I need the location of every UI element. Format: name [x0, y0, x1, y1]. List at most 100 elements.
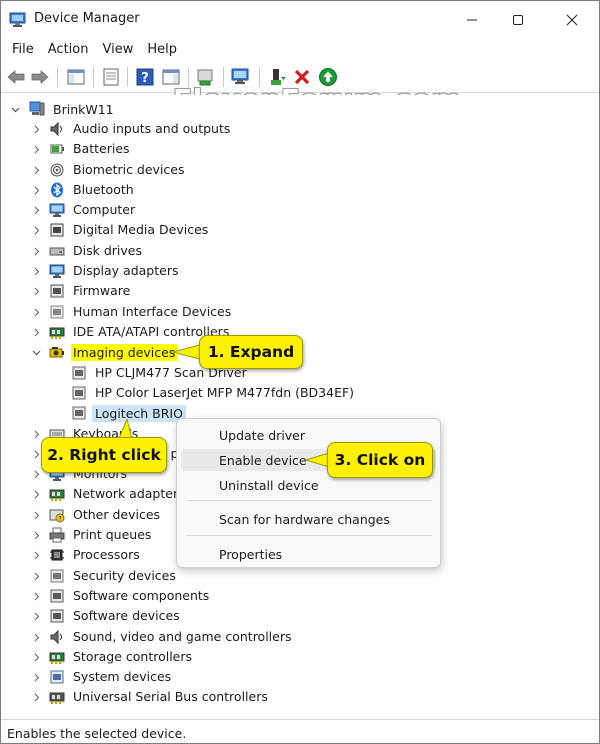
chevron-right-icon[interactable] [31, 144, 41, 154]
tree-category-row-label: Storage controllers [73, 649, 193, 664]
callout-right-click: 2. Right click [41, 437, 167, 473]
tree-category-row[interactable]: Software components [1, 586, 599, 606]
chevron-right-icon[interactable] [31, 124, 41, 134]
maximize-icon [513, 15, 523, 25]
chevron-right-icon[interactable] [31, 307, 41, 317]
back-button[interactable] [5, 66, 27, 88]
chevron-right-icon[interactable] [31, 571, 41, 581]
chevron-right-icon[interactable] [31, 225, 41, 235]
device-manager-app-icon [9, 12, 26, 27]
sound-icon [50, 629, 62, 645]
tree-category-row[interactable]: Universal Serial Bus controllers [1, 687, 599, 707]
chevron-down-icon[interactable] [31, 347, 41, 357]
status-bar: Enables the selected device. [1, 719, 599, 744]
chevron-right-icon[interactable] [31, 469, 41, 479]
menu-file[interactable]: File [5, 39, 41, 61]
chevron-right-icon[interactable] [31, 692, 41, 702]
menu-view[interactable]: View [95, 39, 140, 61]
chevron-down-icon[interactable] [10, 104, 20, 114]
minimize-button[interactable] [449, 1, 495, 39]
tree-category-row[interactable]: Sound, video and game controllers [1, 627, 599, 647]
context-menu: Update driver Enable device Uninstall de… [176, 418, 441, 568]
close-icon [566, 14, 578, 26]
software-device-icon [50, 609, 64, 623]
ctx-properties[interactable]: Properties [181, 543, 436, 565]
chevron-right-icon[interactable] [31, 672, 41, 682]
chevron-right-icon[interactable] [31, 185, 41, 195]
tree-category-row[interactable]: Biometric devices [1, 160, 599, 180]
tree-device-row[interactable]: HP Color LaserJet MFP M477fdn (BD34EF) [1, 383, 599, 403]
help-toolbar-button[interactable]: ? [134, 66, 156, 88]
tree-category-row-label: Biometric devices [73, 162, 185, 177]
tree-category-row[interactable]: Security devices [1, 566, 599, 586]
forward-button[interactable] [29, 66, 51, 88]
chevron-right-icon[interactable] [31, 591, 41, 601]
tree-category-row-label: Disk drives [73, 243, 142, 258]
chevron-right-icon[interactable] [31, 489, 41, 499]
tree-device-row-label: HP Color LaserJet MFP M477fdn (BD34EF) [95, 385, 355, 400]
menu-help[interactable]: Help [140, 39, 184, 61]
speaker-icon [50, 121, 62, 137]
chevron-right-icon[interactable] [31, 611, 41, 621]
callout-expand: 1. Expand [199, 335, 303, 369]
tree-category-row[interactable]: Human Interface Devices [1, 302, 599, 322]
tree-category-row[interactable]: Audio inputs and outputs [1, 119, 599, 139]
maximize-button[interactable] [495, 1, 541, 39]
hid-icon [50, 305, 64, 319]
toolbar-separator [57, 67, 58, 87]
tree-category-row[interactable]: Software devices [1, 606, 599, 626]
tree-category-row-label: Network adapters [73, 486, 185, 501]
tree-category-row[interactable]: Storage controllers [1, 647, 599, 667]
tree-category-row[interactable]: Disk drives [1, 241, 599, 261]
tree-root-row[interactable]: BrinkW11 [1, 99, 599, 119]
properties-toolbar-button[interactable] [100, 66, 122, 88]
tree-root-label: BrinkW11 [53, 102, 114, 117]
chevron-right-icon[interactable] [31, 550, 41, 560]
help-icon: ? [136, 68, 154, 86]
title-bar[interactable]: Device Manager [1, 1, 599, 39]
device-tree[interactable]: BrinkW11 Audio inputs and outputs Batteri… [1, 95, 599, 715]
chevron-right-icon[interactable] [31, 530, 41, 540]
menu-bar: File Action View Help [1, 39, 599, 61]
tree-category-row[interactable]: Digital Media Devices [1, 220, 599, 240]
chevron-right-icon[interactable] [31, 429, 41, 439]
tree-device-row-label: Logitech BRIO [92, 405, 186, 422]
show-hide-console-tree-button[interactable] [65, 66, 87, 88]
chevron-right-icon[interactable] [31, 652, 41, 662]
close-button[interactable] [549, 1, 595, 39]
chevron-right-icon[interactable] [31, 205, 41, 215]
svg-text:?: ? [141, 71, 149, 86]
tree-category-row-label: Print queues [73, 527, 152, 542]
chevron-right-icon[interactable] [31, 286, 41, 296]
console-tree-icon [67, 69, 85, 85]
security-device-icon [50, 569, 64, 583]
chevron-right-icon[interactable] [31, 632, 41, 642]
tree-category-row[interactable]: System devices [1, 667, 599, 687]
chevron-right-icon[interactable] [31, 165, 41, 175]
tree-category-row-label: Audio inputs and outputs [73, 121, 231, 136]
tree-category-row[interactable]: Computer [1, 200, 599, 220]
tree-category-row[interactable]: Display adapters [1, 261, 599, 281]
computer-icon [29, 101, 45, 116]
chevron-right-icon[interactable] [31, 510, 41, 520]
scanner-icon [72, 366, 86, 380]
toolbar-separator [127, 67, 128, 87]
tree-category-row-label: Human Interface Devices [73, 304, 232, 319]
chevron-right-icon[interactable] [31, 266, 41, 276]
chevron-right-icon[interactable] [31, 449, 41, 459]
display-adapter-icon [49, 264, 65, 278]
tree-category-row-label: Batteries [73, 141, 130, 156]
tree-category-row-label: Software components [73, 588, 210, 603]
toolbar-separator [93, 67, 94, 87]
tree-category-row-label: Software devices [73, 608, 180, 623]
chevron-right-icon[interactable] [31, 246, 41, 256]
battery-icon [50, 144, 64, 154]
menu-action[interactable]: Action [41, 39, 96, 61]
tree-category-row[interactable]: Batteries [1, 139, 599, 159]
ctx-scan-hardware-changes[interactable]: Scan for hardware changes [181, 508, 436, 530]
tree-category-row-label: Other devices [73, 507, 161, 522]
chevron-right-icon[interactable] [31, 327, 41, 337]
svg-text:?: ? [58, 516, 61, 523]
tree-category-row[interactable]: Firmware [1, 281, 599, 301]
tree-category-row[interactable]: Bluetooth [1, 180, 599, 200]
